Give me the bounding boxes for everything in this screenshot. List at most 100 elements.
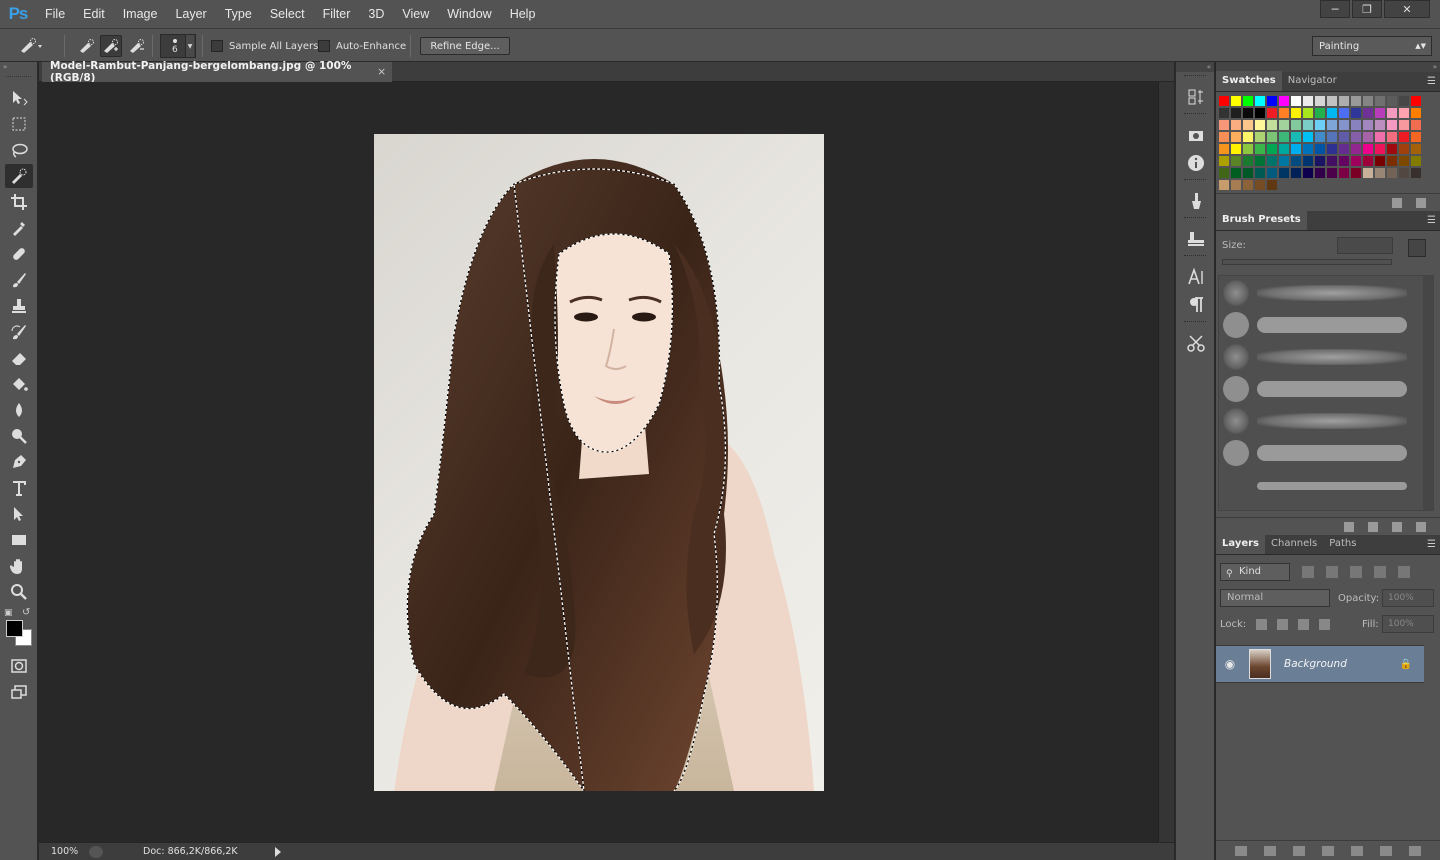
color-swatch[interactable] <box>1254 107 1266 119</box>
color-swatch[interactable] <box>1230 119 1242 131</box>
color-swatch[interactable] <box>1230 179 1242 191</box>
color-swatch[interactable] <box>1362 119 1374 131</box>
brush-panel-button[interactable] <box>1178 188 1214 214</box>
status-info-icon[interactable] <box>89 845 103 858</box>
new-selection-mode[interactable] <box>76 29 98 63</box>
color-swatch[interactable] <box>1314 131 1326 143</box>
color-swatch[interactable] <box>1302 131 1314 143</box>
color-swatch[interactable] <box>1242 119 1254 131</box>
color-swatch[interactable] <box>1350 119 1362 131</box>
color-swatch[interactable] <box>1242 131 1254 143</box>
document-image[interactable] <box>374 134 824 791</box>
color-swatch[interactable] <box>1290 107 1302 119</box>
color-swatch[interactable] <box>1218 107 1230 119</box>
pixel-filter-icon[interactable] <box>1302 566 1314 578</box>
color-swatch[interactable] <box>1290 143 1302 155</box>
color-swatch[interactable] <box>1350 107 1362 119</box>
clone-stamp-tool[interactable] <box>5 294 33 318</box>
color-swatch[interactable] <box>1314 107 1326 119</box>
screen-mode-button[interactable] <box>5 680 33 704</box>
color-swatch[interactable] <box>1242 167 1254 179</box>
color-swatch[interactable] <box>1410 131 1422 143</box>
link-layers-icon[interactable] <box>1234 845 1247 856</box>
color-swatch[interactable] <box>1230 131 1242 143</box>
color-swatch[interactable] <box>1278 107 1290 119</box>
color-swatch[interactable] <box>1266 131 1278 143</box>
color-swatch[interactable] <box>1242 143 1254 155</box>
info-panel-button[interactable] <box>1178 150 1214 176</box>
color-swatch[interactable] <box>1278 95 1290 107</box>
create-brush-icon[interactable] <box>1408 239 1426 257</box>
menu-file[interactable]: File <box>36 0 74 28</box>
sample-all-layers-checkbox[interactable] <box>211 40 223 52</box>
color-swatch[interactable] <box>1326 95 1338 107</box>
color-swatch[interactable] <box>1410 107 1422 119</box>
panel-menu-icon[interactable]: ☰ <box>1427 539 1436 550</box>
color-swatch[interactable] <box>1302 155 1314 167</box>
hand-tool[interactable] <box>5 554 33 578</box>
color-swatch[interactable] <box>1374 155 1386 167</box>
layer-mask-icon[interactable] <box>1292 845 1305 856</box>
panel-menu-icon[interactable]: ☰ <box>1427 215 1436 226</box>
color-swatch[interactable] <box>1410 95 1422 107</box>
status-menu-arrow-icon[interactable] <box>275 846 281 857</box>
lock-transparent-icon[interactable] <box>1256 618 1268 630</box>
color-swatch[interactable] <box>1338 167 1350 179</box>
color-swatch[interactable] <box>1254 179 1266 191</box>
close-button[interactable]: ✕ <box>1384 0 1430 18</box>
tool-preset-picker[interactable] <box>18 29 60 63</box>
type-filter-icon[interactable] <box>1350 566 1362 578</box>
color-swatch[interactable] <box>1230 155 1242 167</box>
color-swatch[interactable] <box>1290 131 1302 143</box>
panel-menu-icon[interactable]: ☰ <box>1427 76 1436 87</box>
lock-image-icon[interactable] <box>1277 618 1289 630</box>
color-swatch[interactable] <box>1242 155 1254 167</box>
brush-preset-item[interactable] <box>1221 372 1421 404</box>
delete-swatch-icon[interactable] <box>1416 197 1426 208</box>
color-swatch[interactable] <box>1350 131 1362 143</box>
color-swatch[interactable] <box>1254 131 1266 143</box>
color-swatch[interactable] <box>1338 131 1350 143</box>
blur-tool[interactable] <box>5 398 33 422</box>
menu-select[interactable]: Select <box>261 0 314 28</box>
color-swatch[interactable] <box>1398 119 1410 131</box>
sample-all-layers-option[interactable]: Sample All Layers <box>211 29 318 63</box>
history-panel-button[interactable] <box>1178 84 1214 110</box>
color-swatch[interactable] <box>1302 167 1314 179</box>
color-swatch[interactable] <box>1254 155 1266 167</box>
quick-mask-button[interactable] <box>5 654 33 678</box>
menu-window[interactable]: Window <box>438 0 500 28</box>
clone-source-panel-button[interactable] <box>1178 226 1214 252</box>
color-swatch[interactable] <box>1254 119 1266 131</box>
color-swatch[interactable] <box>1362 143 1374 155</box>
visibility-toggle[interactable]: ◉ <box>1216 657 1244 671</box>
color-swatch[interactable] <box>1254 95 1266 107</box>
color-swatch[interactable] <box>1362 107 1374 119</box>
color-swatch[interactable] <box>1266 167 1278 179</box>
color-swatch[interactable] <box>1242 107 1254 119</box>
color-swatch[interactable] <box>1386 107 1398 119</box>
color-swatch[interactable] <box>1374 95 1386 107</box>
auto-enhance-option[interactable]: Auto-Enhance <box>318 29 406 63</box>
color-swatch[interactable] <box>1326 119 1338 131</box>
adjustment-filter-icon[interactable] <box>1326 566 1338 578</box>
color-swatch[interactable] <box>1314 155 1326 167</box>
color-swatch[interactable] <box>1278 131 1290 143</box>
menu-type[interactable]: Type <box>216 0 261 28</box>
color-swatch[interactable] <box>1326 167 1338 179</box>
color-swatch[interactable] <box>1410 143 1422 155</box>
color-swatch[interactable] <box>1254 167 1266 179</box>
group-folder-icon[interactable] <box>1351 845 1364 856</box>
color-swatch[interactable] <box>1218 131 1230 143</box>
color-swatch[interactable] <box>1266 119 1278 131</box>
brush-preset-item[interactable] <box>1221 436 1421 468</box>
color-swatch[interactable] <box>1266 107 1278 119</box>
eraser-tool[interactable] <box>5 346 33 370</box>
color-swatch[interactable] <box>1314 119 1326 131</box>
color-swatch[interactable] <box>1230 95 1242 107</box>
subtract-from-selection-mode[interactable] <box>126 29 148 63</box>
color-swatch[interactable] <box>1398 107 1410 119</box>
menu-image[interactable]: Image <box>114 0 167 28</box>
auto-enhance-checkbox[interactable] <box>318 40 330 52</box>
color-swatch[interactable] <box>1230 167 1242 179</box>
